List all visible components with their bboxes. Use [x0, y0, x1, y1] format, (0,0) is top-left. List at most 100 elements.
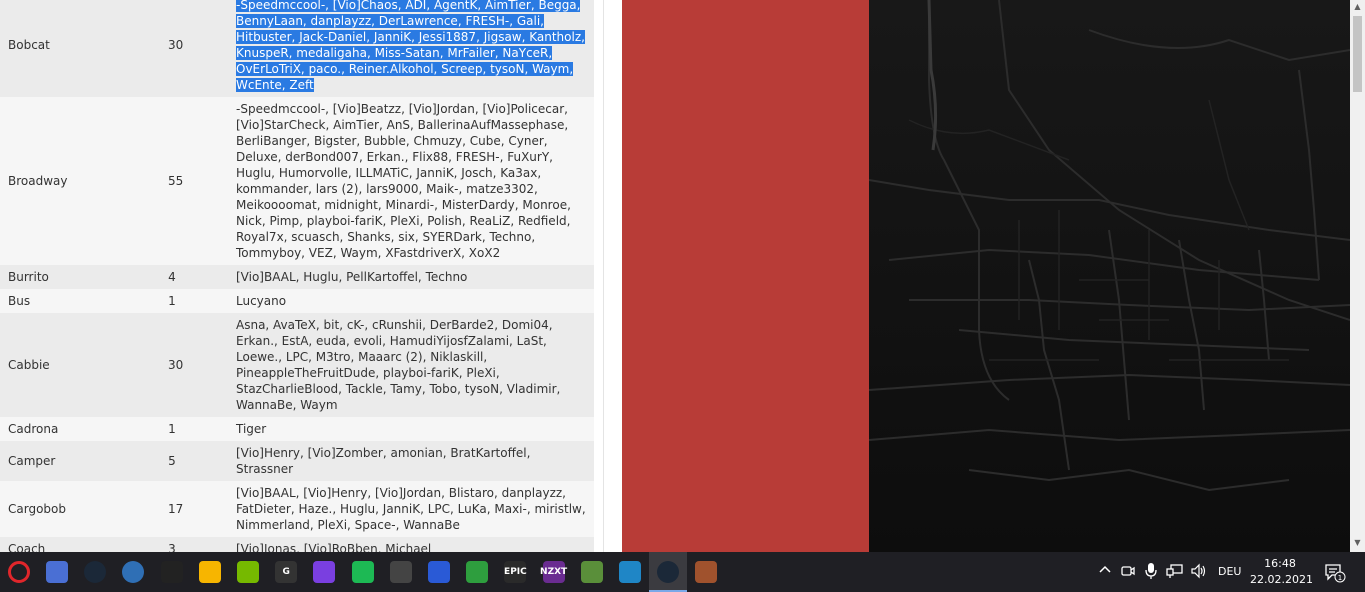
- taskbar-app-rockstar-icon[interactable]: [191, 552, 229, 592]
- vehicle-count-cell: 3: [168, 537, 236, 552]
- vehicle-count-cell: 30: [168, 0, 236, 97]
- players-list-cell: [Vio]BAAL, [Vio]Henry, [Vio]Jordan, Blis…: [236, 481, 594, 537]
- table-row: Bus 1 Lucyano: [0, 289, 594, 313]
- windows-taskbar: G EPIC NZXT DEU 16:48 22.02.2021 1: [0, 552, 1365, 592]
- players-list-cell: [Vio]Henry, [Vio]Zomber, amonian, BratKa…: [236, 441, 594, 481]
- screenshot-tool-icon: [46, 561, 68, 583]
- taskbar-app-game-shortcut-icon[interactable]: [153, 552, 191, 592]
- table-row: Cadrona 1 Tiger: [0, 417, 594, 441]
- players-text: Lucyano: [236, 294, 287, 308]
- table-row: Bobcat 30 -Speedmccool-, [Vio]Chaos, ADI, …: [0, 0, 594, 97]
- selected-players-text: -Speedmccool-, [Vio]Chaos, ADI, AgentK, …: [236, 0, 585, 92]
- players-text: [Vio]BAAL, [Vio]Henry, [Vio]Jordan, Blis…: [236, 486, 586, 532]
- taskbar-app-nvidia-icon[interactable]: [229, 552, 267, 592]
- clock[interactable]: 16:48 22.02.2021: [1250, 556, 1313, 588]
- atom-app-icon: [428, 561, 450, 583]
- microphone-icon[interactable]: [1144, 562, 1158, 583]
- table-row: Camper 5 [Vio]Henry, [Vio]Zomber, amonian,…: [0, 441, 594, 481]
- map-background: [869, 0, 1350, 552]
- taskbar-app-steam-icon[interactable]: [649, 552, 688, 592]
- circle-app-icon: [122, 561, 145, 583]
- vehicle-count-cell: 55: [168, 97, 236, 265]
- players-text: Tiger: [236, 422, 267, 436]
- taskbar-app-logitech-icon[interactable]: G: [267, 552, 305, 592]
- vehicle-name-cell: Coach: [0, 537, 168, 552]
- map-roads-graphic: [869, 0, 1350, 492]
- players-text: [Vio]BAAL, Huglu, PellKartoffel, Techno: [236, 270, 468, 284]
- headset-icon: [466, 561, 489, 583]
- steam-icon: [84, 561, 107, 583]
- taskbar-app-network-app-icon[interactable]: [611, 552, 649, 592]
- minecraft-icon: [580, 561, 603, 583]
- rockstar-icon: [198, 561, 221, 583]
- taskbar-app-opera-icon[interactable]: [0, 552, 38, 592]
- players-text: -Speedmccool-, [Vio]Beatzz, [Vio]Jordan,…: [236, 102, 571, 260]
- taskbar-app-nzxt-icon[interactable]: NZXT: [535, 552, 573, 592]
- scroll-down-arrow-icon[interactable]: ▼: [1350, 536, 1365, 550]
- logitech-icon: G: [275, 561, 298, 583]
- clock-date: 22.02.2021: [1250, 573, 1313, 586]
- input-language-indicator[interactable]: DEU: [1218, 565, 1241, 578]
- players-list-cell: Tiger: [236, 417, 594, 441]
- taskbar-app-headset-icon[interactable]: [458, 552, 496, 592]
- table-row: Broadway 55 -Speedmccool-, [Vio]Beatzz, [V…: [0, 97, 594, 265]
- column-divider: [603, 0, 604, 552]
- table-row: Cargobob 17 [Vio]BAAL, [Vio]Henry, [Vio]Jo…: [0, 481, 594, 537]
- vehicle-name-cell: Camper: [0, 441, 168, 481]
- vehicle-count-cell: 30: [168, 313, 236, 417]
- meet-now-icon[interactable]: [1120, 563, 1136, 582]
- players-list-cell: Asna, AvaTeX, bit, cK-, cRunshii, DerBar…: [236, 313, 594, 417]
- scroll-up-arrow-icon[interactable]: ▲: [1350, 0, 1365, 14]
- taskbar-app-screenshot-tool-icon[interactable]: [38, 552, 76, 592]
- clock-time: 16:48: [1264, 557, 1296, 570]
- vehicle-name-cell: Bus: [0, 289, 168, 313]
- vehicle-count-cell: 17: [168, 481, 236, 537]
- table-row: Burrito 4 [Vio]BAAL, Huglu, PellKartoffel,…: [0, 265, 594, 289]
- players-list-cell: Lucyano: [236, 289, 594, 313]
- wondershare-icon: [313, 561, 336, 583]
- players-list-cell: [Vio]BAAL, Huglu, PellKartoffel, Techno: [236, 265, 594, 289]
- vehicle-count-cell: 4: [168, 265, 236, 289]
- players-text: [Vio]Jonas, [Vio]RoBben, Michael: [236, 542, 432, 552]
- steam-icon: [657, 561, 680, 583]
- vehicle-name-cell: Bobcat: [0, 0, 168, 97]
- taskbar-app-atom-app-icon[interactable]: [420, 552, 458, 592]
- vehicle-name-cell: Cargobob: [0, 481, 168, 537]
- taskbar-app-wondershare-icon[interactable]: [305, 552, 343, 592]
- volume-icon[interactable]: [1190, 563, 1208, 582]
- players-list-cell: [Vio]Jonas, [Vio]RoBben, Michael: [236, 537, 594, 552]
- game-shortcut-icon: [160, 561, 183, 583]
- taskbar-app-epic-games-icon[interactable]: EPIC: [496, 552, 534, 592]
- vehicle-count-cell: 1: [168, 289, 236, 313]
- vehicle-count-cell: 1: [168, 417, 236, 441]
- vehicle-name-cell: Cabbie: [0, 313, 168, 417]
- vehicle-name-cell: Broadway: [0, 97, 168, 265]
- system-tray: DEU 16:48 22.02.2021 1: [1090, 552, 1365, 592]
- scroll-thumb[interactable]: [1353, 16, 1362, 92]
- players-list-cell: -Speedmccool-, [Vio]Chaos, ADI, AgentK, …: [236, 0, 594, 97]
- browser-content: Bobcat 30 -Speedmccool-, [Vio]Chaos, ADI, …: [0, 0, 1365, 552]
- taskbar-app-steam-icon[interactable]: [76, 552, 114, 592]
- vehicle-name-cell: Cadrona: [0, 417, 168, 441]
- vertical-scrollbar[interactable]: ▲ ▼: [1350, 0, 1365, 552]
- show-hidden-icons-chevron-icon[interactable]: [1098, 563, 1112, 580]
- players-text: [Vio]Henry, [Vio]Zomber, amonian, BratKa…: [236, 446, 531, 476]
- character-app-icon: [695, 561, 718, 583]
- taskbar-app-minecraft-icon[interactable]: [573, 552, 611, 592]
- taskbar-app-circle-app-icon[interactable]: [114, 552, 152, 592]
- table-row: Coach 3 [Vio]Jonas, [Vio]RoBben, Michael: [0, 537, 594, 552]
- notification-center-icon[interactable]: 1: [1324, 562, 1346, 583]
- taskbar-app-character-app-icon[interactable]: [687, 552, 725, 592]
- taskbar-app-clapperboard-icon[interactable]: [382, 552, 420, 592]
- network-app-icon: [619, 561, 641, 583]
- notification-count: 1: [1338, 574, 1342, 582]
- taskbar-app-spotify-icon[interactable]: [344, 552, 382, 592]
- nzxt-icon: NZXT: [540, 561, 567, 583]
- vehicle-name-cell: Burrito: [0, 265, 168, 289]
- spotify-icon: [351, 561, 374, 583]
- players-list-cell: -Speedmccool-, [Vio]Beatzz, [Vio]Jordan,…: [236, 97, 594, 265]
- network-icon[interactable]: [1166, 563, 1184, 582]
- table-row: Cabbie 30 Asna, AvaTeX, bit, cK-, cRunshii…: [0, 313, 594, 417]
- vehicle-count-cell: 5: [168, 441, 236, 481]
- nvidia-icon: [237, 561, 259, 583]
